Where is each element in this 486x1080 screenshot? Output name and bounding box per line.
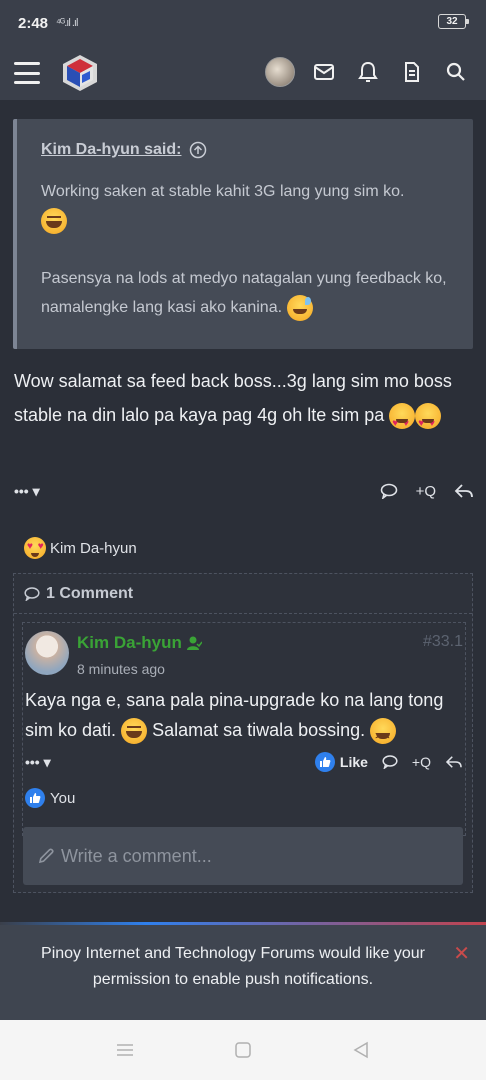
more-options-button[interactable]: ••• ▾ [14, 483, 40, 500]
pencil-icon [38, 848, 54, 864]
inbox-icon[interactable] [308, 56, 340, 88]
comment-icon[interactable] [380, 483, 398, 499]
back-icon[interactable] [352, 1041, 370, 1059]
comments-section: 1 Comment Kim Da-hyun #33.1 8 minutes ag… [13, 573, 473, 893]
comments-header: 1 Comment [14, 574, 472, 614]
like-button[interactable]: Like [314, 752, 368, 772]
post-text: Wow salamat sa feed back boss...3g lang … [14, 371, 452, 425]
user-badge-icon [186, 636, 202, 650]
comment-permalink[interactable]: #33.1 [423, 633, 463, 651]
quote-author-name: Kim Da-hyun said: [41, 141, 182, 158]
menu-icon[interactable] [14, 62, 40, 84]
post-reactions[interactable]: Kim Da-hyun [24, 537, 137, 559]
notification-text[interactable]: Pinoy Internet and Technology Forums wou… [41, 945, 425, 988]
thread-content: Kim Da-hyun said: Working saken at stabl… [0, 100, 486, 922]
app-header [0, 46, 486, 100]
comments-count: 1 Comment [46, 584, 134, 602]
comment-author[interactable]: Kim Da-hyun [77, 633, 202, 653]
avatar [265, 57, 295, 87]
comment-reactions[interactable]: You [25, 788, 75, 808]
header-actions [264, 56, 472, 88]
home-icon[interactable] [234, 1041, 252, 1059]
quote-text: Working saken at stable kahit 3G lang yu… [41, 177, 449, 322]
comment-text-part-2: Salamat sa tiwala bossing. [152, 720, 366, 740]
comment-item: Kim Da-hyun #33.1 8 minutes ago Kaya nga… [22, 622, 466, 836]
more-dots: ••• [14, 482, 29, 499]
post-action-group: +Q [380, 483, 474, 500]
comment-action-group: Like +Q [314, 752, 463, 772]
chevron-down-icon: ▾ [32, 482, 40, 499]
like-label: Like [339, 754, 368, 770]
comment-actions: ••• ▾ Like +Q [25, 750, 463, 774]
heart-eyes-emoji-icon [415, 403, 442, 441]
user-avatar-button[interactable] [264, 56, 296, 88]
signal-icon: ⁴ᴳ.ıl .ıl [56, 17, 78, 29]
search-icon[interactable] [440, 56, 472, 88]
arrow-up-circle-icon[interactable] [189, 141, 207, 159]
comment-icon[interactable] [382, 755, 398, 769]
comment-timestamp[interactable]: 8 minutes ago [77, 661, 165, 677]
multi-quote-button[interactable]: +Q [416, 483, 436, 500]
push-notification-banner[interactable]: Pinoy Internet and Technology Forums wou… [0, 925, 486, 1020]
thumbs-up-icon [314, 752, 335, 772]
site-logo-icon[interactable] [60, 53, 100, 93]
status-time: 2:48 [18, 14, 49, 32]
comment-more-button[interactable]: ••• ▾ [25, 754, 51, 771]
sweat-smile-emoji-icon [286, 294, 313, 321]
heart-eyes-emoji-icon [389, 403, 416, 441]
write-comment-placeholder: Write a comment... [61, 845, 212, 866]
avatar[interactable] [25, 631, 69, 675]
reply-icon[interactable] [454, 483, 474, 499]
comment-icon [24, 586, 40, 601]
quote-block: Kim Da-hyun said: Working saken at stabl… [13, 119, 473, 349]
write-comment-input[interactable]: Write a comment... [23, 827, 463, 885]
heart-eyes-emoji-icon [24, 537, 46, 559]
reacted-by: You [50, 789, 76, 807]
thumbs-up-icon [25, 788, 45, 808]
document-icon[interactable] [396, 56, 428, 88]
quote-line-2: Pasensya na lods at medyo natagalan yung… [41, 270, 447, 316]
squinting-emoji-icon [370, 718, 397, 752]
laughing-emoji-icon [121, 718, 148, 745]
comment-author-name[interactable]: Kim Da-hyun [77, 633, 182, 653]
quote-line-1: Working saken at stable kahit 3G lang yu… [41, 183, 405, 200]
quote-author-link[interactable]: Kim Da-hyun said: [41, 141, 449, 159]
bell-icon[interactable] [352, 56, 384, 88]
chevron-down-icon: ▾ [43, 753, 51, 770]
status-bar: 2:48 ⁴ᴳ.ıl .ıl 32 [0, 0, 486, 46]
close-icon[interactable]: ✕ [453, 941, 470, 967]
multi-quote-button[interactable]: +Q [412, 754, 431, 770]
laughing-emoji-icon [41, 207, 67, 234]
battery-level: 32 [446, 16, 458, 27]
post-actions: ••• ▾ +Q [14, 477, 474, 505]
reaction-user[interactable]: Kim Da-hyun [50, 540, 137, 557]
battery-icon: 32 [438, 14, 469, 29]
comment-text: Kaya nga e, sana pala pina-upgrade ko na… [25, 685, 465, 752]
reply-icon[interactable] [445, 755, 463, 769]
post-body: Wow salamat sa feed back boss...3g lang … [14, 364, 474, 441]
more-dots: ••• [25, 753, 40, 770]
recent-apps-icon[interactable] [116, 1043, 134, 1057]
system-nav-bar [0, 1020, 486, 1080]
